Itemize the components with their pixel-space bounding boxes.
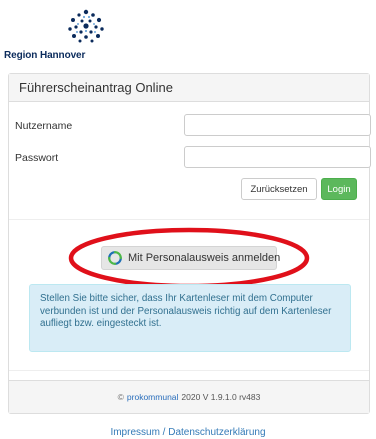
region-hannover-logo: Region Hannover [4,4,114,62]
logo-mark-icon [68,9,104,43]
eid-login-label: Mit Personalausweis anmelden [128,252,281,264]
eid-login-button[interactable]: Mit Personalausweis anmelden [101,246,281,270]
password-input[interactable] [184,146,371,168]
username-label: Nutzername [15,120,73,132]
footer-version: 2020 V 1.9.1.0 rv483 [181,392,261,402]
divider [9,219,369,220]
panel-footer: © prokommunal 2020 V 1.9.1.0 rv483 [9,380,369,413]
password-label: Passwort [15,152,59,164]
impressum-datenschutz-link[interactable]: Impressum / Datenschutzerklärung [0,427,376,438]
logo-text: Region Hannover [4,50,86,61]
panel-heading: Führerscheinantrag Online [9,74,369,102]
info-text: Stellen Sie bitte sicher, dass Ihr Karte… [40,293,332,329]
page-title: Führerscheinantrag Online [19,80,173,95]
reset-button[interactable]: Zurücksetzen [241,178,317,200]
login-button[interactable]: Login [321,178,357,200]
copyright-symbol: © [117,392,124,402]
info-alert: Stellen Sie bitte sicher, dass Ihr Karte… [29,284,351,352]
login-panel: Führerscheinantrag Online Nutzername Pas… [8,73,371,414]
divider [9,370,369,371]
username-input[interactable] [184,114,371,136]
footer-brand-link[interactable]: prokommunal [127,392,179,402]
eid-logo-icon [108,251,122,265]
